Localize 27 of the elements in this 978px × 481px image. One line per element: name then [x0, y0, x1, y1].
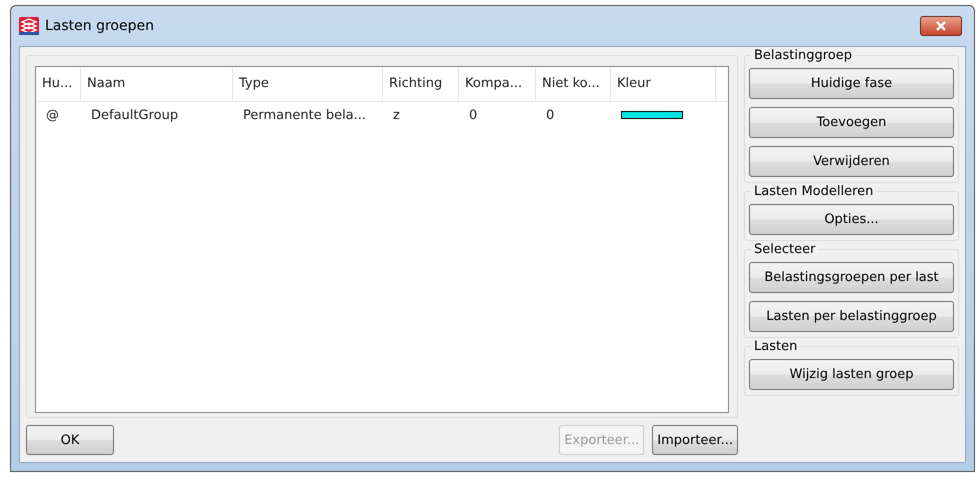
- close-icon: [935, 21, 947, 31]
- action-button[interactable]: Huidige fase: [749, 68, 954, 99]
- action-button[interactable]: Belastingsgroepen per last: [749, 262, 954, 293]
- action-button[interactable]: Lasten per belastinggroep: [749, 301, 954, 332]
- table-cell-text: @: [45, 108, 60, 122]
- table-cell-text: DefaultGroup: [90, 108, 180, 122]
- table-cell-text: z: [392, 108, 401, 122]
- table-cell-text: Permanente bela...: [242, 108, 368, 122]
- window-title: Lasten groepen: [45, 18, 154, 34]
- column-header[interactable]: Kleur: [611, 67, 716, 101]
- table-cell-text: 0: [468, 108, 478, 122]
- action-button[interactable]: Toevoegen: [749, 107, 954, 138]
- column-header[interactable]: Type: [233, 67, 383, 101]
- close-button[interactable]: [920, 16, 962, 36]
- group-title: Belastinggroep: [751, 48, 855, 63]
- column-header[interactable]: Kompa...: [459, 67, 536, 101]
- column-header[interactable]: Niet ko...: [536, 67, 611, 101]
- import-button[interactable]: Importeer...: [652, 425, 738, 455]
- action-button[interactable]: Opties...: [749, 204, 954, 235]
- ok-button[interactable]: OK: [26, 425, 114, 455]
- column-header[interactable]: Hu...: [36, 67, 81, 101]
- action-button[interactable]: Verwijderen: [749, 146, 954, 177]
- column-header[interactable]: Richting: [383, 67, 459, 101]
- action-button[interactable]: Wijzig lasten groep: [749, 359, 954, 390]
- app-logo-icon: [19, 17, 39, 35]
- column-header[interactable]: Naam: [81, 67, 233, 101]
- table-cell-text: 0: [545, 108, 556, 122]
